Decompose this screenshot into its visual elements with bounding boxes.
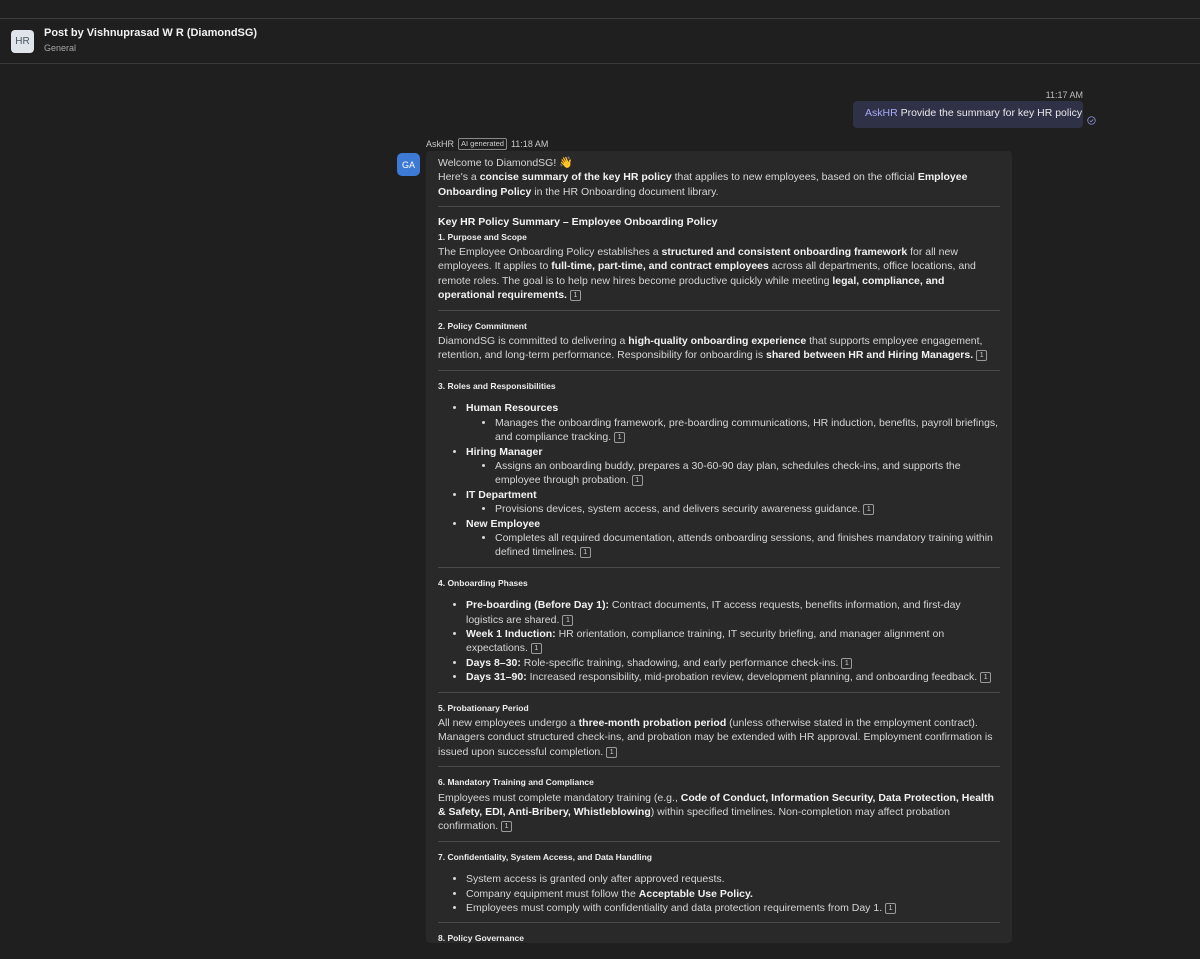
divider xyxy=(438,206,1000,208)
divider xyxy=(438,369,1000,371)
citation-marker[interactable]: 1 xyxy=(530,643,542,655)
wave-emoji: 👋 xyxy=(559,157,573,169)
list-item: Manages the onboarding framework, pre-bo… xyxy=(495,416,1000,445)
ai-generated-badge: AI generated xyxy=(458,138,507,150)
list-item: Employees must comply with confidentiali… xyxy=(466,901,1000,915)
section-title-confidentiality: 7. Confidentiality, System Access, and D… xyxy=(438,851,652,862)
section-title-phases: 4. Onboarding Phases xyxy=(438,577,528,588)
list-item: IT Department Provisions devices, system… xyxy=(466,488,1000,517)
reply-timestamp: 11:18 AM xyxy=(510,139,549,149)
divider xyxy=(438,922,1000,924)
list-item: Assigns an onboarding buddy, prepares a … xyxy=(495,459,1000,488)
greeting: Welcome to DiamondSG! 👋 xyxy=(438,157,573,169)
outgoing-timestamp: 11:17 AM xyxy=(1045,90,1083,100)
citation-marker[interactable]: 1 xyxy=(980,672,992,684)
divider xyxy=(438,566,1000,568)
citation-marker[interactable]: 1 xyxy=(569,290,581,302)
divider xyxy=(438,840,1000,842)
list-item: Pre-boarding (Before Day 1): Contract do… xyxy=(466,598,1000,627)
mention-askhr[interactable]: AskHR xyxy=(865,107,898,119)
summary-title: Key HR Policy Summary – Employee Onboard… xyxy=(438,216,718,229)
post-title: Post by Vishnuprasad W R (DiamondSG) xyxy=(44,27,258,39)
list-item: Company equipment must follow the Accept… xyxy=(466,887,1000,901)
probation-text: All new employees undergo a three-month … xyxy=(438,717,993,758)
divider xyxy=(438,691,1000,693)
confidentiality-list: System access is granted only after appr… xyxy=(438,872,1000,915)
roles-list: Human Resources Manages the onboarding f… xyxy=(438,401,1000,559)
list-item: New Employee Completes all required docu… xyxy=(466,517,1000,560)
section-title-purpose: 1. Purpose and Scope xyxy=(438,231,527,242)
citation-marker[interactable]: 1 xyxy=(614,432,626,444)
section-title-roles: 3. Roles and Responsibilities xyxy=(438,380,556,391)
citation-marker[interactable]: 1 xyxy=(976,350,988,362)
list-item: Completes all required documentation, at… xyxy=(495,531,1000,560)
section-title-training: 6. Mandatory Training and Compliance xyxy=(438,777,594,788)
bot-avatar[interactable]: GA xyxy=(397,153,420,176)
commitment-text: DiamondSG is committed to delivering a h… xyxy=(438,334,1000,363)
bot-message: Welcome to DiamondSG! 👋 Here's a concise… xyxy=(426,151,1012,943)
list-item: Human Resources Manages the onboarding f… xyxy=(466,401,1000,444)
citation-marker[interactable]: 1 xyxy=(562,614,574,626)
citation-marker[interactable]: 1 xyxy=(606,746,618,758)
section-title-probation: 5. Probationary Period xyxy=(438,702,529,713)
intro-paragraph: Here's a concise summary of the key HR p… xyxy=(438,171,968,198)
citation-marker[interactable]: 1 xyxy=(863,504,875,516)
channel-name[interactable]: General xyxy=(44,43,76,53)
section-title-governance: 8. Policy Governance xyxy=(438,933,524,943)
list-item: Hiring Manager Assigns an onboarding bud… xyxy=(466,445,1000,488)
section-title-commitment: 2. Policy Commitment xyxy=(438,320,527,331)
list-item: System access is granted only after appr… xyxy=(466,872,1000,886)
post-header: HR Post by Vishnuprasad W R (DiamondSG) … xyxy=(0,19,1200,64)
citation-marker[interactable]: 1 xyxy=(885,903,897,915)
divider xyxy=(438,309,1000,311)
list-item: Provisions devices, system access, and d… xyxy=(495,502,1000,516)
training-text: Employees must complete mandatory traini… xyxy=(438,791,994,833)
phases-list: Pre-boarding (Before Day 1): Contract do… xyxy=(438,598,1000,684)
sender-name[interactable]: AskHR xyxy=(426,139,454,149)
reply-meta: AskHR AI generated 11:18 AM xyxy=(426,138,548,150)
check-circle-icon xyxy=(1087,116,1096,125)
citation-marker[interactable]: 1 xyxy=(631,475,643,487)
citation-marker[interactable]: 1 xyxy=(841,657,853,669)
list-item: Days 8–30: Role-specific training, shado… xyxy=(466,656,1000,670)
list-item: Days 31–90: Increased responsibility, mi… xyxy=(466,670,1000,684)
team-avatar[interactable]: HR xyxy=(11,30,34,53)
citation-marker[interactable]: 1 xyxy=(501,821,513,833)
window-top-bar xyxy=(0,0,1200,19)
outgoing-message[interactable]: AskHR Provide the summary for key HR pol… xyxy=(853,101,1083,128)
outgoing-message-text: Provide the summary for key HR policy xyxy=(897,107,1083,119)
citation-marker[interactable]: 1 xyxy=(579,547,591,559)
purpose-text: The Employee Onboarding Policy establish… xyxy=(438,246,976,302)
divider xyxy=(438,766,1000,768)
list-item: Week 1 Induction: HR orientation, compli… xyxy=(466,627,1000,656)
